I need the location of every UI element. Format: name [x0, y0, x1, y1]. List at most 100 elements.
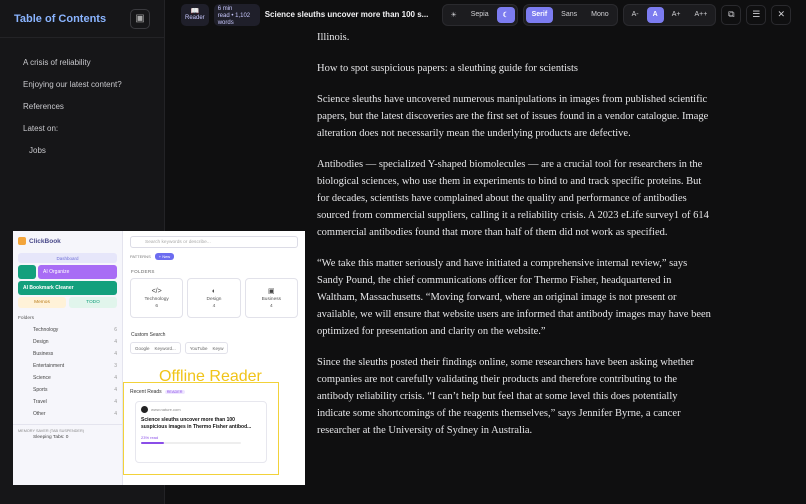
- size-increase-button[interactable]: A+: [666, 7, 687, 23]
- folder-name: Design: [33, 339, 49, 345]
- memory-saver-heading: MEMORY SAVER (TAB SUSPENDER): [13, 424, 122, 434]
- folder-count: 3: [114, 363, 117, 369]
- patterns-label: PATTERNS: [130, 254, 151, 259]
- meta-line-2: read • 1,102: [217, 12, 251, 19]
- code-icon: </>: [151, 287, 162, 295]
- folder-item: Other 4: [13, 408, 122, 420]
- folder-count: 4: [114, 375, 117, 381]
- sidebar-collapse-icon[interactable]: ▣: [130, 8, 150, 29]
- clickbook-dashboard-tab: Dashboard: [18, 253, 117, 263]
- folder-card-name: Design: [206, 296, 222, 302]
- folder-cards: </> Technology 6 ◐ Design 4 ▣ Business 4: [130, 278, 298, 318]
- clickbook-search: Search keywords or describe...: [130, 236, 298, 248]
- todo-button: TODO: [69, 297, 117, 308]
- search-engine-youtube: YouTube Keyw: [184, 342, 229, 354]
- folder-count: 4: [114, 399, 117, 405]
- folder-item: Business 4: [13, 348, 122, 360]
- article-title: Science sleuths uncover more than 100 s.…: [264, 10, 429, 19]
- palette-icon: ◐: [211, 287, 217, 295]
- sleeping-tabs: Sleeping Tabs: 0: [33, 435, 69, 440]
- recent-read-title: Science sleuths uncover more than 100 su…: [141, 417, 252, 430]
- folder-item: Science 4: [13, 372, 122, 384]
- clickbook-screenshot: ClickBook Dashboard AI Organize AI Bookm…: [13, 231, 305, 485]
- moon-icon[interactable]: ☾: [496, 6, 515, 23]
- patterns-row: PATTERNS + New: [130, 253, 298, 260]
- font-sans-button[interactable]: Sans: [555, 7, 583, 23]
- clickbook-logo-icon: [18, 237, 26, 245]
- reader-label: Reader: [185, 15, 205, 21]
- folder-name: Science: [33, 375, 51, 381]
- custom-search-heading: Custom Search: [131, 332, 166, 338]
- folder-name: Technology: [33, 327, 59, 333]
- article-paragraph: How to spot suspicious papers: a sleuthi…: [317, 63, 579, 74]
- recent-reads-label: Recent Reads: [130, 389, 162, 395]
- folder-name: Entertainment: [33, 363, 65, 369]
- font-selector: Serif Sans Mono: [522, 3, 618, 26]
- reader-badge: 📖 Reader: [181, 3, 209, 26]
- recent-read-progress-bar: [141, 442, 241, 444]
- size-default-button[interactable]: A: [646, 6, 664, 23]
- document-icon[interactable]: ☰: [746, 4, 767, 25]
- meta-line-3: words: [217, 19, 234, 26]
- folder-name: Other: [33, 411, 46, 417]
- folder-name: Sports: [33, 387, 48, 393]
- clickbook-green-button: [18, 265, 36, 279]
- article-paragraph: Illinois.: [317, 32, 350, 43]
- recent-reads-heading: Recent Reads READER: [130, 389, 272, 395]
- folder-item: Design 4: [13, 336, 122, 348]
- toc-item-latest-on[interactable]: Latest on:: [0, 118, 164, 140]
- recent-read-item: www.nature.com Science sleuths uncover m…: [135, 401, 267, 463]
- site-favicon-icon: [141, 406, 148, 413]
- recent-read-progress-label: 23% read: [141, 435, 159, 440]
- sun-icon[interactable]: ☀: [445, 7, 463, 23]
- recent-read-progress-fill: [141, 442, 164, 444]
- clickbook-memos-row: Memos TODO: [18, 297, 117, 308]
- sepia-button[interactable]: Sepia: [465, 7, 495, 23]
- folder-card: ▣ Business 4: [244, 278, 298, 318]
- size-largest-button[interactable]: A++: [688, 7, 713, 23]
- theme-selector: ☀ Sepia ☾: [441, 3, 518, 26]
- folder-item: Sports 4: [13, 384, 122, 396]
- engine-keyword: Keyw: [212, 345, 224, 351]
- toc-item-crisis[interactable]: A crisis of reliability: [0, 52, 164, 74]
- new-pattern-button: + New: [154, 253, 175, 260]
- memos-button: Memos: [18, 297, 66, 308]
- engine-name: Google: [135, 345, 150, 351]
- clickbook-organize-row: AI Organize: [18, 265, 117, 279]
- clickbook-logo: ClickBook: [13, 231, 122, 251]
- toc-item-jobs[interactable]: Jobs: [0, 140, 164, 162]
- folder-count: 4: [114, 339, 117, 345]
- recent-read-url: www.nature.com: [151, 407, 181, 412]
- reader-tag: READER: [164, 390, 185, 394]
- clickbook-sidebar: ClickBook Dashboard AI Organize AI Bookm…: [13, 231, 123, 485]
- folder-card-count: 6: [155, 303, 158, 309]
- toc-list: A crisis of reliability Enjoying our lat…: [0, 38, 164, 162]
- search-engines-row: Google Keyword... YouTube Keyw: [130, 342, 298, 354]
- toc-item-enjoying[interactable]: Enjoying our latest content?: [0, 74, 164, 96]
- font-serif-button[interactable]: Serif: [525, 6, 554, 23]
- folder-count: 6: [114, 327, 117, 333]
- font-mono-button[interactable]: Mono: [585, 7, 615, 23]
- size-decrease-button[interactable]: A-: [626, 7, 645, 23]
- article-paragraph: Antibodies — specialized Y-shaped biomol…: [317, 159, 709, 238]
- copy-icon[interactable]: ⧉: [721, 4, 742, 25]
- ai-cleaner-button: AI Bookmark Cleaner: [18, 281, 117, 295]
- engine-keyword: Keyword...: [154, 345, 176, 351]
- dashboard-label: Dashboard: [56, 255, 79, 261]
- folder-count: 4: [114, 351, 117, 357]
- close-icon[interactable]: ✕: [771, 4, 792, 25]
- folder-card: ◐ Design 4: [187, 278, 241, 318]
- folder-card-count: 4: [212, 303, 216, 309]
- meta-line-1: 6 min: [217, 5, 233, 12]
- engine-name: YouTube: [189, 345, 208, 351]
- folder-card-count: 4: [269, 304, 273, 309]
- folder-count: 4: [114, 387, 117, 393]
- recent-reads-panel: Recent Reads READER www.nature.com Scien…: [123, 382, 279, 475]
- search-engine-google: Google Keyword...: [130, 342, 181, 354]
- folder-card-name: Business: [261, 297, 282, 302]
- folder-name: Travel: [33, 399, 47, 405]
- reader-toolbar: 📖 Reader 6 min read • 1,102 words Scienc…: [166, 0, 806, 29]
- folder-count: 4: [114, 411, 117, 417]
- toc-item-references[interactable]: References: [0, 96, 164, 118]
- folder-card: </> Technology 6: [130, 278, 184, 318]
